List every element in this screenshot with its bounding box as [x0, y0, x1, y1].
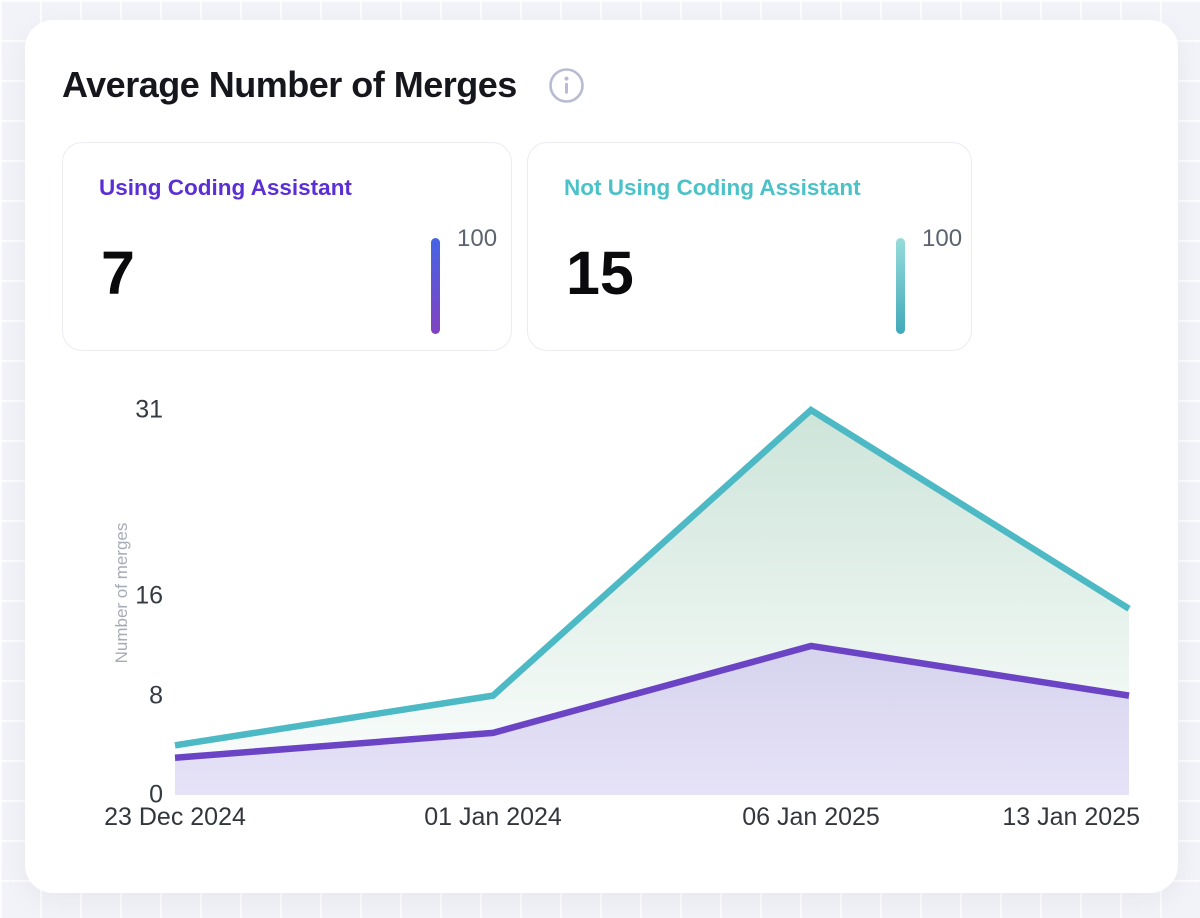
x-tick-label: 23 Dec 2024 — [104, 803, 246, 832]
stat-label: Not Using Coding Assistant — [564, 175, 861, 201]
stat-card-not-using-assistant: Not Using Coding Assistant 15 100 — [527, 142, 972, 351]
x-tick-label: 13 Jan 2025 — [1002, 803, 1140, 832]
stat-value: 7 — [101, 243, 135, 304]
page-title: Average Number of Merges — [62, 64, 517, 106]
x-tick-label: 06 Jan 2025 — [742, 803, 880, 832]
y-axis-title: Number of merges — [112, 523, 132, 664]
stat-scale-max: 100 — [922, 225, 962, 253]
stat-label: Using Coding Assistant — [99, 175, 352, 201]
stat-value: 15 — [566, 243, 634, 304]
area-chart-plot[interactable] — [130, 400, 1140, 800]
info-icon[interactable] — [548, 67, 585, 104]
stat-scale-bar — [431, 238, 440, 334]
stat-card-using-assistant: Using Coding Assistant 7 100 — [62, 142, 512, 351]
stat-scale-max: 100 — [457, 225, 497, 253]
x-tick-label: 01 Jan 2024 — [424, 803, 562, 832]
stat-scale-bar — [896, 238, 905, 334]
merges-panel: Average Number of Merges Using Coding As… — [25, 20, 1178, 893]
